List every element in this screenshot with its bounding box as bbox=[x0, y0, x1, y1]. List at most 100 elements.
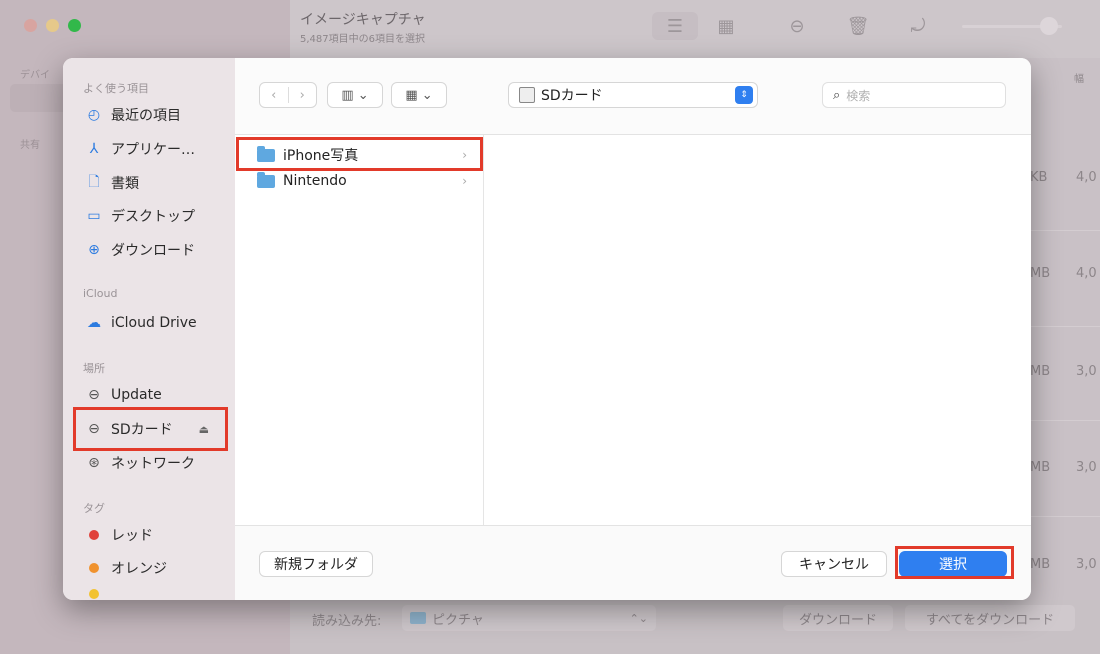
new-folder-button[interactable]: 新規フォルダ bbox=[259, 551, 373, 577]
sidebar-item-label: レッド bbox=[111, 528, 153, 544]
sidebar-item-label: 最近の項目 bbox=[111, 108, 181, 124]
sidebar-item-label: SDカード bbox=[111, 422, 173, 438]
document-icon: 🗋 bbox=[88, 174, 100, 190]
import-destination-select[interactable]: ピクチャ ⌃⌄ bbox=[402, 605, 656, 631]
width-column-header: 幅 bbox=[1074, 74, 1084, 85]
sidebar-item-icloud-drive[interactable]: ☁ iCloud Drive bbox=[75, 310, 223, 336]
back-icon[interactable]: ‹ bbox=[260, 88, 288, 103]
list-view-icon[interactable]: ☰ bbox=[652, 12, 698, 40]
dialog-footer: 新規フォルダ キャンセル 選択 bbox=[235, 525, 1031, 600]
row-divider bbox=[1030, 326, 1100, 327]
download-button[interactable]: ダウンロード bbox=[783, 605, 893, 631]
grid-view-icon[interactable]: ▦ bbox=[712, 12, 740, 40]
sidebar-item-label: ネットワーク bbox=[111, 456, 195, 472]
preview-column bbox=[484, 135, 1031, 525]
width-cell: 3,0 bbox=[1076, 460, 1097, 475]
size-cell: KB bbox=[1030, 170, 1048, 185]
sidebar-item-label: iCloud Drive bbox=[111, 315, 197, 331]
sidebar-item-tag-partial[interactable] bbox=[75, 588, 223, 600]
location-popup[interactable]: SDカード ⇕ bbox=[508, 82, 758, 108]
locations-section-label: 場所 bbox=[83, 362, 105, 375]
width-cell: 4,0 bbox=[1076, 170, 1097, 185]
dialog-toolbar: ‹ › ▥ ⌄ ▦ ⌄ SDカード ⇕ ⌕ 検索 bbox=[235, 58, 1031, 135]
dialog-sidebar: よく使う項目 ◴ 最近の項目 ⅄ アプリケー… 🗋 書類 ▭ デスクトップ ⊕ … bbox=[63, 58, 235, 600]
drive-icon bbox=[519, 87, 535, 103]
row-divider bbox=[1030, 420, 1100, 421]
size-cell: MB bbox=[1030, 364, 1051, 379]
select-button[interactable]: 選択 bbox=[899, 551, 1007, 577]
width-cell: 3,0 bbox=[1076, 364, 1097, 379]
grid-icon: ▦ bbox=[405, 87, 418, 103]
window-subtitle: 5,487項目中の6項目を選択 bbox=[300, 34, 425, 45]
sidebar-item-recents[interactable]: ◴ 最近の項目 bbox=[75, 102, 223, 128]
tag-color-dot bbox=[89, 563, 99, 573]
clock-icon: ◴ bbox=[87, 107, 101, 123]
sidebar-item-update[interactable]: ⊖ Update bbox=[75, 382, 223, 408]
folder-name: iPhone写真 bbox=[283, 148, 359, 164]
zoom-window-button[interactable] bbox=[68, 19, 81, 32]
dialog-main: ‹ › ▥ ⌄ ▦ ⌄ SDカード ⇕ ⌕ 検索 iPhone写真 › Nint… bbox=[235, 58, 1031, 600]
list-item-folder-iphone-photos[interactable]: iPhone写真 › bbox=[241, 143, 477, 167]
search-icon: ⌕ bbox=[833, 87, 841, 103]
chevron-right-icon: › bbox=[462, 148, 467, 162]
device-item[interactable] bbox=[10, 84, 70, 112]
download-all-button[interactable]: すべてをダウンロード bbox=[905, 605, 1075, 631]
rotate-icon[interactable]: ⤾ bbox=[906, 12, 930, 40]
sidebar-item-applications[interactable]: ⅄ アプリケー… bbox=[75, 136, 223, 162]
sidebar-item-label: ダウンロード bbox=[111, 243, 195, 259]
list-item-folder-nintendo[interactable]: Nintendo › bbox=[241, 169, 477, 193]
sidebar-item-documents[interactable]: 🗋 書類 bbox=[75, 170, 223, 196]
column-view-button[interactable]: ▥ ⌄ bbox=[327, 82, 383, 108]
group-view-button[interactable]: ▦ ⌄ bbox=[391, 82, 447, 108]
folder-icon bbox=[410, 612, 426, 624]
tags-section-label: タグ bbox=[83, 502, 105, 515]
size-cell: MB bbox=[1030, 266, 1051, 281]
open-file-dialog: よく使う項目 ◴ 最近の項目 ⅄ アプリケー… 🗋 書類 ▭ デスクトップ ⊕ … bbox=[63, 58, 1031, 600]
search-placeholder: 検索 bbox=[846, 88, 871, 103]
folder-icon bbox=[257, 171, 275, 188]
sidebar-item-label: Update bbox=[111, 387, 162, 403]
slider-knob[interactable] bbox=[1040, 17, 1058, 35]
sidebar-item-network[interactable]: ⊛ ネットワーク bbox=[75, 450, 223, 476]
sidebar-item-label: 書類 bbox=[111, 176, 139, 192]
size-cell: MB bbox=[1030, 557, 1051, 572]
cancel-button[interactable]: キャンセル bbox=[781, 551, 887, 577]
folder-name: Nintendo bbox=[283, 173, 347, 189]
cloud-icon: ☁ bbox=[87, 315, 101, 331]
remove-icon[interactable]: ⊖ bbox=[784, 12, 810, 40]
back-forward-control[interactable]: ‹ › bbox=[259, 82, 317, 108]
icloud-section-label: iCloud bbox=[83, 287, 118, 300]
chevron-right-icon: › bbox=[462, 174, 467, 188]
network-icon: ⊛ bbox=[88, 455, 100, 471]
sidebar-item-tag-orange[interactable]: オレンジ bbox=[75, 555, 223, 581]
eject-icon[interactable]: ⏏ bbox=[199, 423, 209, 436]
row-divider bbox=[1030, 230, 1100, 231]
sidebar-item-tag-red[interactable]: レッド bbox=[75, 522, 223, 548]
import-destination-value: ピクチャ bbox=[432, 612, 484, 628]
trash-icon[interactable]: 🗑 bbox=[846, 12, 870, 40]
forward-icon[interactable]: › bbox=[289, 88, 317, 103]
tag-color-dot bbox=[89, 530, 99, 540]
drive-icon: ⊖ bbox=[88, 421, 100, 437]
chevron-updown-icon: ⇕ bbox=[735, 86, 753, 104]
shared-section-label: 共有 bbox=[20, 140, 40, 151]
import-destination-label: 読み込み先: bbox=[312, 614, 382, 629]
chevron-down-icon: ⌄ bbox=[421, 87, 433, 103]
tag-color-dot bbox=[89, 589, 99, 599]
sidebar-item-downloads[interactable]: ⊕ ダウンロード bbox=[75, 237, 223, 263]
file-browser-column: iPhone写真 › Nintendo › bbox=[235, 135, 484, 525]
search-input[interactable]: ⌕ 検索 bbox=[822, 82, 1006, 108]
location-label: SDカード bbox=[541, 88, 603, 104]
sidebar-item-sd-card[interactable]: ⊖ SDカード ⏏ bbox=[75, 416, 223, 442]
folder-icon bbox=[257, 145, 275, 162]
width-cell: 3,0 bbox=[1076, 557, 1097, 572]
window-title: イメージキャプチャ bbox=[300, 12, 426, 28]
chevron-updown-icon: ⌃⌄ bbox=[629, 611, 648, 625]
minimize-window-button[interactable] bbox=[46, 19, 59, 32]
size-cell: MB bbox=[1030, 460, 1051, 475]
sidebar-item-label: デスクトップ bbox=[111, 209, 195, 225]
close-window-button[interactable] bbox=[24, 19, 37, 32]
sidebar-item-desktop[interactable]: ▭ デスクトップ bbox=[75, 203, 223, 229]
download-icon: ⊕ bbox=[88, 242, 100, 258]
devices-section-label: デバイ bbox=[20, 70, 50, 81]
